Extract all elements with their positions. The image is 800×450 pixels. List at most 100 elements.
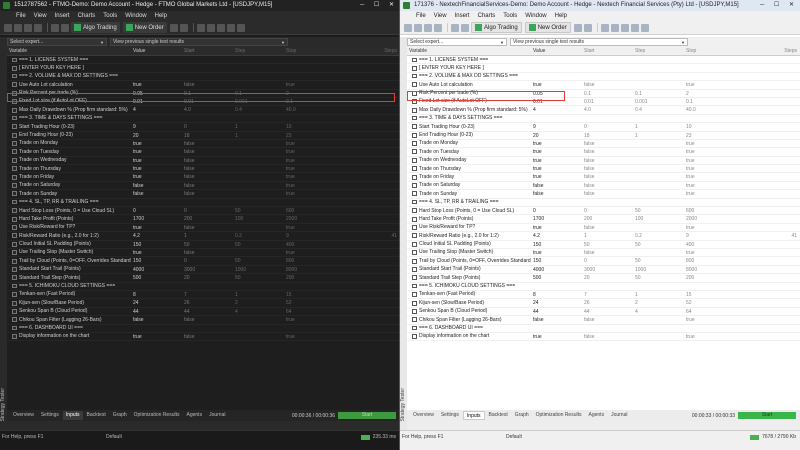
value-cell[interactable]: 8 <box>531 291 582 298</box>
app-menu-icon[interactable] <box>400 11 412 21</box>
start-cell[interactable]: false <box>582 157 633 164</box>
value-cell[interactable]: 500 <box>531 274 582 281</box>
stop-cell[interactable]: 40.0 <box>284 106 335 113</box>
metaeditor-icon[interactable] <box>51 23 59 32</box>
stop-cell[interactable] <box>684 64 735 71</box>
value-cell[interactable]: 20 <box>131 132 182 139</box>
value-cell[interactable]: 4.2 <box>531 232 582 239</box>
line-chart-icon[interactable] <box>216 23 225 32</box>
start-cell[interactable]: 4.0 <box>182 106 233 113</box>
parameter-row[interactable]: Hard Take Profit (Points) 1700 200 100 2000 <box>407 215 800 224</box>
step-cell[interactable]: 0.4 <box>233 106 284 113</box>
stop-cell[interactable]: 9 <box>284 232 335 239</box>
start-button[interactable]: Start <box>738 412 796 419</box>
parameter-row[interactable]: Trade on Friday true false true <box>7 173 400 182</box>
step-cell[interactable] <box>633 165 684 172</box>
value-cell[interactable]: true <box>531 157 582 164</box>
optimize-checkbox[interactable] <box>12 266 17 272</box>
section-row[interactable]: === 2. VOLUME & MAX DD SETTINGS === <box>407 73 800 82</box>
stop-cell[interactable]: 23 <box>284 132 335 139</box>
optimize-checkbox[interactable] <box>12 166 17 172</box>
parameter-row[interactable]: Trade on Tuesday true false true <box>407 148 800 157</box>
optimize-checkbox[interactable] <box>412 124 417 130</box>
line-chart-icon[interactable] <box>620 23 629 32</box>
stop-cell[interactable] <box>284 64 335 71</box>
optimize-checkbox[interactable] <box>412 157 417 163</box>
section-row[interactable]: === 4. SL, TP, RR & TRAILING === <box>407 199 800 208</box>
parameter-row[interactable]: Trade on Monday true false true <box>407 140 800 149</box>
start-cell[interactable] <box>182 64 233 71</box>
optimize-checkbox[interactable] <box>412 183 417 189</box>
value-cell[interactable]: true <box>531 224 582 231</box>
value-cell[interactable]: 8 <box>131 291 182 298</box>
start-cell[interactable]: false <box>182 316 233 323</box>
start-cell[interactable]: false <box>582 316 633 323</box>
step-cell[interactable] <box>633 190 684 197</box>
value-cell[interactable]: 1700 <box>131 215 182 222</box>
start-cell[interactable]: 20 <box>582 274 633 281</box>
optimize-checkbox[interactable] <box>412 292 417 298</box>
stop-cell[interactable]: true <box>684 249 735 256</box>
start-cell[interactable]: false <box>182 81 233 88</box>
step-cell[interactable] <box>633 157 684 164</box>
optimize-checkbox[interactable] <box>12 174 17 180</box>
step-cell[interactable] <box>233 148 284 155</box>
start-cell[interactable]: false <box>582 81 633 88</box>
value-cell[interactable]: true <box>131 148 182 155</box>
value-cell[interactable]: 20 <box>531 132 582 139</box>
step-cell[interactable] <box>633 148 684 155</box>
optimize-checkbox[interactable] <box>12 132 17 138</box>
col-stop[interactable]: Stop <box>284 47 335 55</box>
stop-cell[interactable]: true <box>684 157 735 164</box>
optimize-checkbox[interactable] <box>412 317 417 323</box>
section-row[interactable]: === 1. LICENSE SYSTEM === <box>407 56 800 65</box>
start-cell[interactable]: false <box>182 333 233 340</box>
value-cell[interactable]: 4 <box>531 106 582 113</box>
start-cell[interactable]: 0.01 <box>582 98 633 105</box>
parameter-row[interactable]: Display information on the chart true fals… <box>407 333 800 342</box>
navigator-icon[interactable] <box>34 23 42 32</box>
window-controls-icon[interactable]: ─ ☐ ✕ <box>760 0 798 11</box>
value-cell[interactable]: 500 <box>131 274 182 281</box>
value-cell[interactable]: false <box>531 316 582 323</box>
tab-inputs[interactable]: Inputs <box>62 411 83 420</box>
stop-cell[interactable]: true <box>284 140 335 147</box>
tester-icon[interactable] <box>461 23 469 32</box>
stop-cell[interactable]: true <box>684 224 735 231</box>
optimize-checkbox[interactable] <box>412 216 417 222</box>
optimize-checkbox[interactable] <box>12 250 17 256</box>
expert-select[interactable]: Select expert... ▼ <box>407 38 507 46</box>
stop-cell[interactable]: 52 <box>284 299 335 306</box>
start-cell[interactable]: 1 <box>582 232 633 239</box>
stop-cell[interactable]: 200 <box>684 274 735 281</box>
stop-cell[interactable]: 800 <box>684 257 735 264</box>
value-cell[interactable]: true <box>531 249 582 256</box>
menu-insert[interactable]: Insert <box>51 11 74 21</box>
optimize-checkbox[interactable] <box>412 241 417 247</box>
stop-cell[interactable]: 23 <box>684 132 735 139</box>
menu-help[interactable]: Help <box>551 11 571 21</box>
start-cell[interactable]: 0 <box>182 123 233 130</box>
step-cell[interactable]: 1 <box>233 132 284 139</box>
stop-cell[interactable]: true <box>684 148 735 155</box>
stop-cell[interactable]: true <box>284 182 335 189</box>
step-cell[interactable]: 50 <box>633 257 684 264</box>
value-cell[interactable]: true <box>531 140 582 147</box>
stop-cell[interactable]: 15 <box>284 291 335 298</box>
stop-cell[interactable]: true <box>684 333 735 340</box>
zoom-in-icon[interactable] <box>630 23 639 32</box>
stop-cell[interactable]: true <box>684 140 735 147</box>
stop-cell[interactable]: true <box>684 165 735 172</box>
stop-cell[interactable]: 800 <box>284 257 335 264</box>
start-cell[interactable]: 0 <box>582 123 633 130</box>
step-cell[interactable] <box>633 140 684 147</box>
optimize-checkbox[interactable] <box>412 107 417 113</box>
tab-journal[interactable]: Journal <box>608 411 630 420</box>
stop-cell[interactable]: 2 <box>684 90 735 97</box>
optimize-checkbox[interactable] <box>12 216 17 222</box>
optimize-checkbox[interactable] <box>412 300 417 306</box>
start-cell[interactable]: 50 <box>182 241 233 248</box>
parameter-row[interactable]: Trade on Saturday false false true <box>407 182 800 191</box>
parameter-row[interactable]: End Trading Hour (0-23) 20 18 1 23 <box>407 132 800 140</box>
col-step[interactable]: Step <box>633 47 684 55</box>
